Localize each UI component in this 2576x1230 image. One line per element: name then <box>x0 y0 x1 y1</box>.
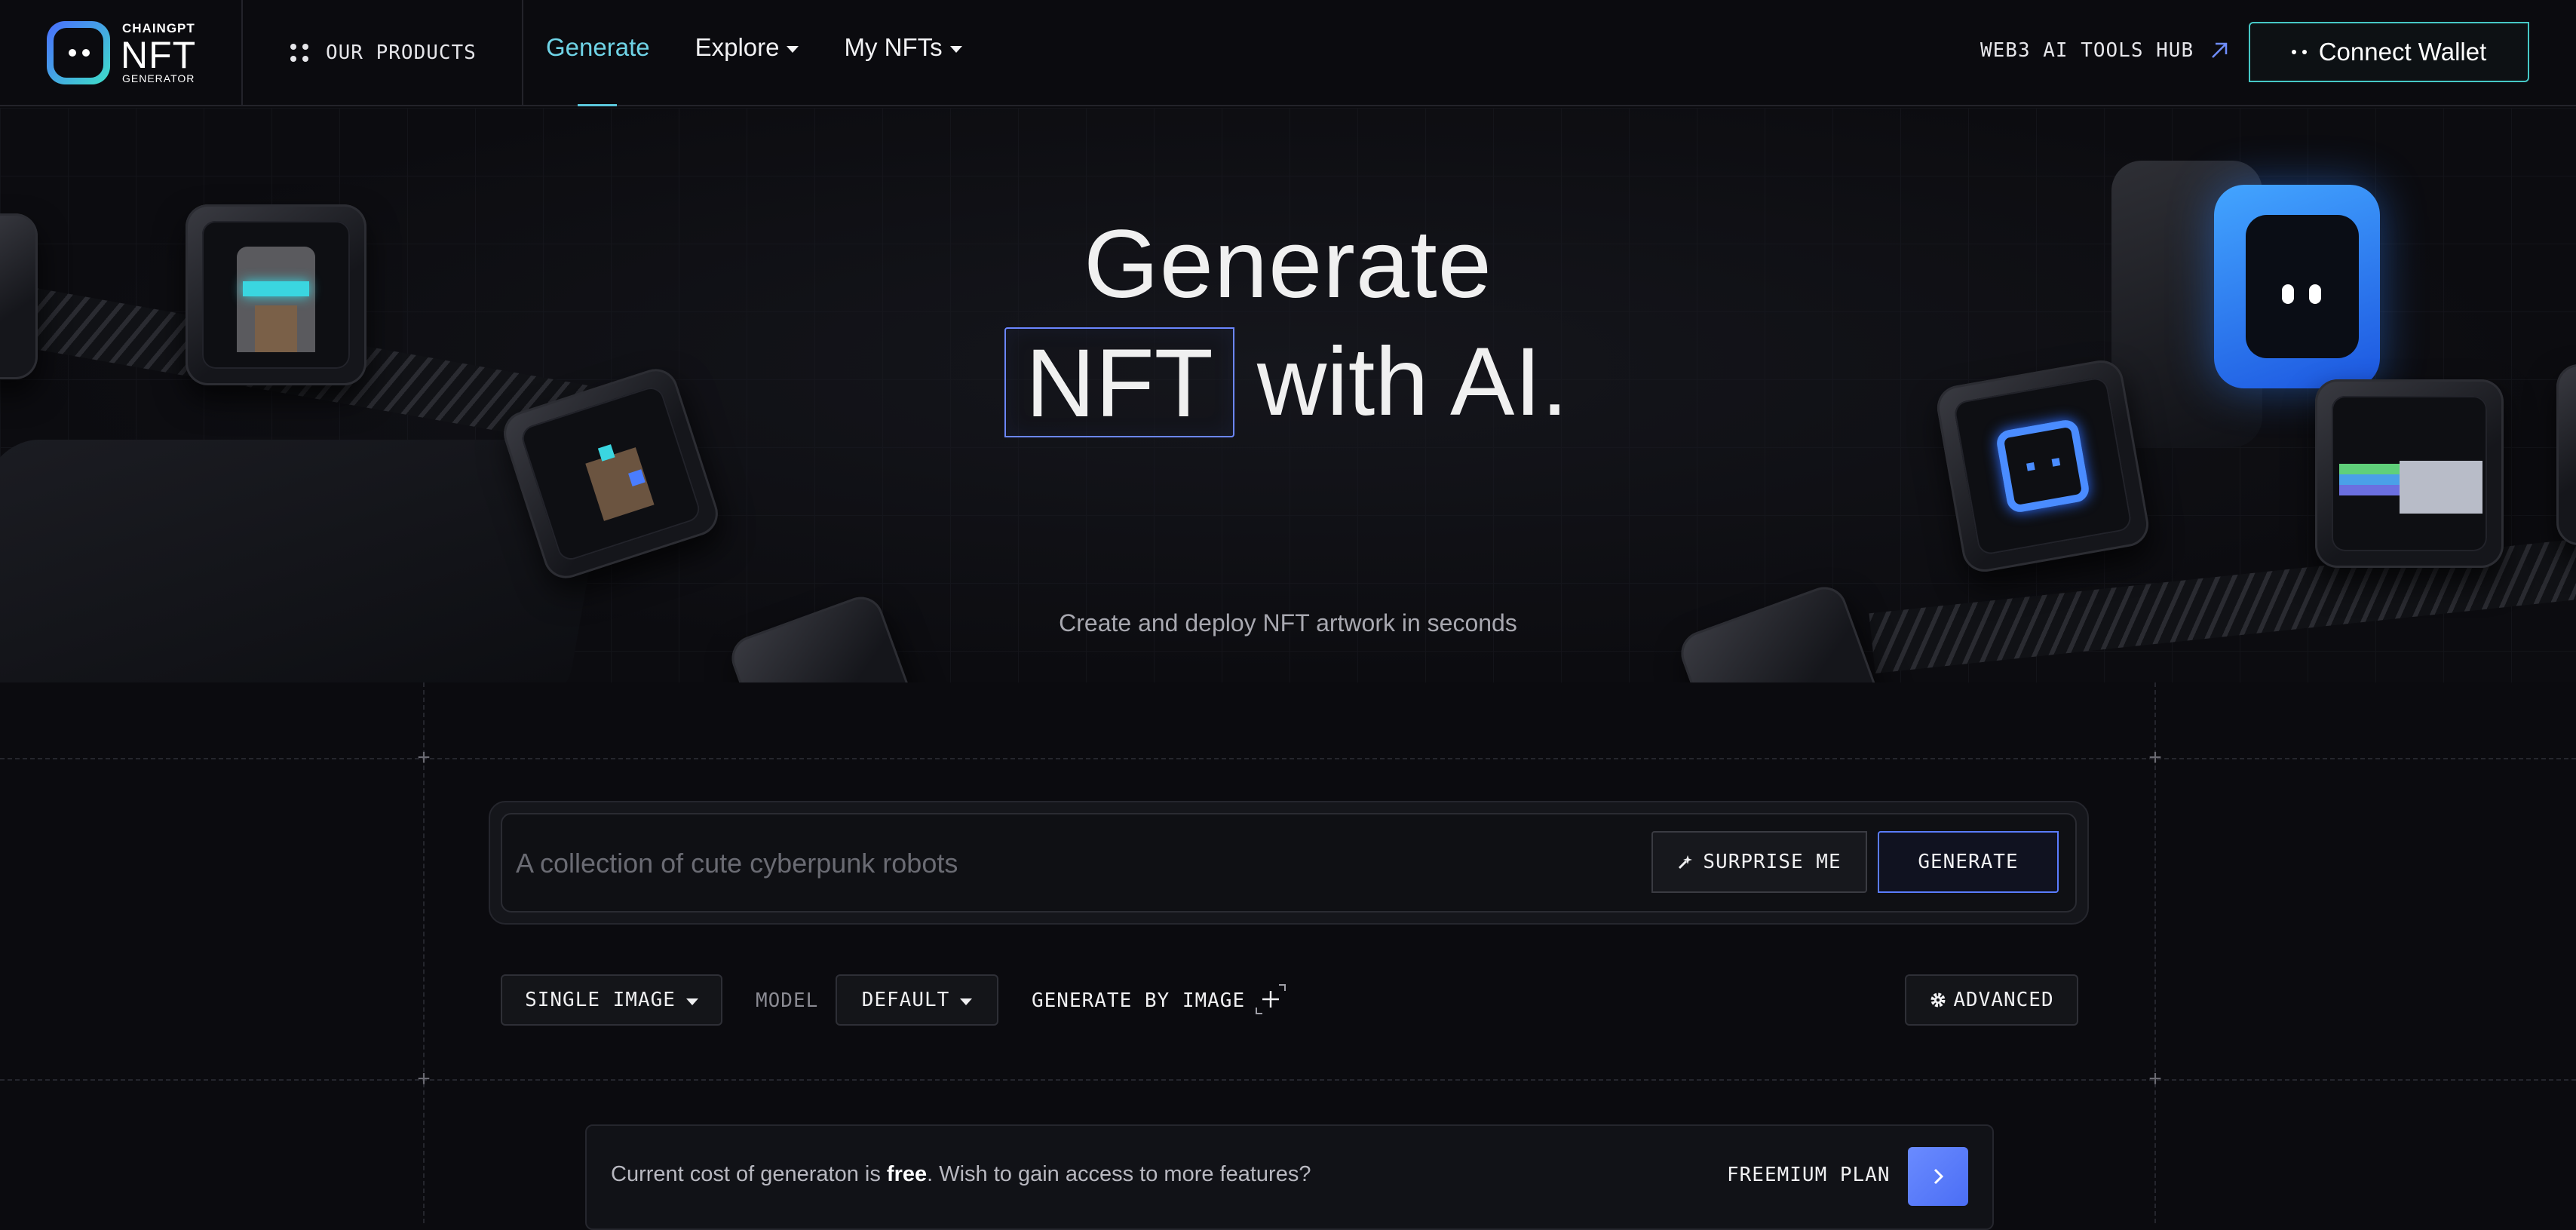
main-nav-links: Generate Explore My NFTs <box>546 33 962 62</box>
plan-arrow-button[interactable] <box>1908 1147 1968 1206</box>
connect-wallet-label: Connect Wallet <box>2318 38 2487 66</box>
freemium-plan-label: FREEMIUM PLAN <box>1727 1164 1891 1186</box>
image-mode-select[interactable]: SINGLE IMAGE <box>501 974 722 1026</box>
wallet-eyes-icon <box>2291 50 2307 54</box>
surprise-me-label: SURPRISE ME <box>1703 851 1842 873</box>
plus-marker-icon: + <box>417 1066 431 1091</box>
nft-cube-bot-face <box>1934 357 2152 575</box>
nav-divider <box>241 0 243 106</box>
cost-text-before: Current cost of generaton is <box>611 1162 887 1186</box>
top-navigation: CHAINGPT NFT GENERATOR OUR PRODUCTS Gene… <box>0 0 2576 106</box>
hero-title-rest: with AI. <box>1256 328 1569 436</box>
nav-explore-label: Explore <box>695 33 780 61</box>
our-products-button[interactable]: OUR PRODUCTS <box>290 39 477 66</box>
gear-icon <box>1930 992 1946 1008</box>
chevron-right-icon <box>1934 1168 1944 1185</box>
chaingpt-nft-logo[interactable]: CHAINGPT NFT GENERATOR <box>47 21 243 84</box>
generate-button[interactable]: GENERATE <box>1878 831 2059 893</box>
nft-cube-cat <box>2315 379 2504 568</box>
generate-by-image-label[interactable]: GENERATE BY IMAGE <box>1032 989 1245 1012</box>
plus-marker-icon: + <box>417 745 431 770</box>
chevron-down-icon <box>685 998 698 1005</box>
model-value: DEFAULT <box>861 989 950 1011</box>
logo-sub-text: GENERATOR <box>122 72 195 84</box>
connect-wallet-button[interactable]: Connect Wallet <box>2249 22 2529 82</box>
guide-line <box>0 758 2576 759</box>
active-tab-indicator <box>578 104 617 106</box>
advanced-label: ADVANCED <box>1953 989 2054 1011</box>
prompt-input[interactable] <box>516 830 1572 897</box>
cost-banner: Current cost of generaton is free. Wish … <box>585 1124 1994 1230</box>
hub-label: WEB3 AI TOOLS HUB <box>1980 39 2194 62</box>
guide-line <box>0 1079 2576 1081</box>
hero-title-line1: Generate <box>1084 210 1492 318</box>
generation-options: SINGLE IMAGE MODEL DEFAULT GENERATE BY I… <box>501 974 2078 1026</box>
external-arrow-icon <box>2212 42 2228 58</box>
our-products-label: OUR PRODUCTS <box>326 41 477 64</box>
grid-dots-icon <box>290 43 309 63</box>
nav-generate[interactable]: Generate <box>546 33 650 62</box>
hero-subtitle: Create and deploy NFT artwork in seconds <box>1059 609 1517 636</box>
cost-free-text: free <box>886 1162 928 1186</box>
nav-explore[interactable]: Explore <box>695 33 799 62</box>
advanced-button[interactable]: ADVANCED <box>1905 974 2078 1026</box>
chevron-down-icon <box>960 998 973 1005</box>
surprise-me-button[interactable]: SURPRISE ME <box>1651 831 1867 893</box>
logo-main-text: NFT <box>121 34 197 76</box>
nav-my-nfts[interactable]: My NFTs <box>844 33 962 62</box>
nft-cube-edge-right <box>2556 364 2576 545</box>
logo-robot-icon <box>47 21 110 84</box>
nav-divider <box>522 0 523 106</box>
nav-my-nfts-label: My NFTs <box>844 33 943 61</box>
nav-generate-label: Generate <box>546 33 650 61</box>
cost-message: Current cost of generaton is free. Wish … <box>611 1162 1311 1187</box>
magic-wand-icon <box>1679 855 1693 870</box>
image-mode-value: SINGLE IMAGE <box>525 989 676 1011</box>
hero-title-nft: NFT <box>1004 327 1234 437</box>
chevron-down-icon <box>787 45 799 53</box>
prompt-box: SURPRISE ME GENERATE <box>501 813 2077 913</box>
hero-title-line2: NFT with AI. <box>1004 327 1568 437</box>
cost-text-after: . Wish to gain access to more features? <box>927 1162 1311 1186</box>
chevron-down-icon <box>949 45 962 53</box>
model-select[interactable]: DEFAULT <box>836 974 998 1026</box>
web3-tools-hub-link[interactable]: WEB3 AI TOOLS HUB <box>1980 39 2230 62</box>
plus-marker-icon: + <box>2148 1066 2162 1091</box>
hero-section: Generate NFT with AI. Create and deploy … <box>0 108 2576 682</box>
prompt-container: SURPRISE ME GENERATE <box>489 801 2089 925</box>
model-caption: MODEL <box>756 989 819 1012</box>
plus-marker-icon: + <box>2148 745 2162 770</box>
generate-label: GENERATE <box>1918 851 2019 873</box>
add-image-icon[interactable] <box>1253 982 1288 1017</box>
